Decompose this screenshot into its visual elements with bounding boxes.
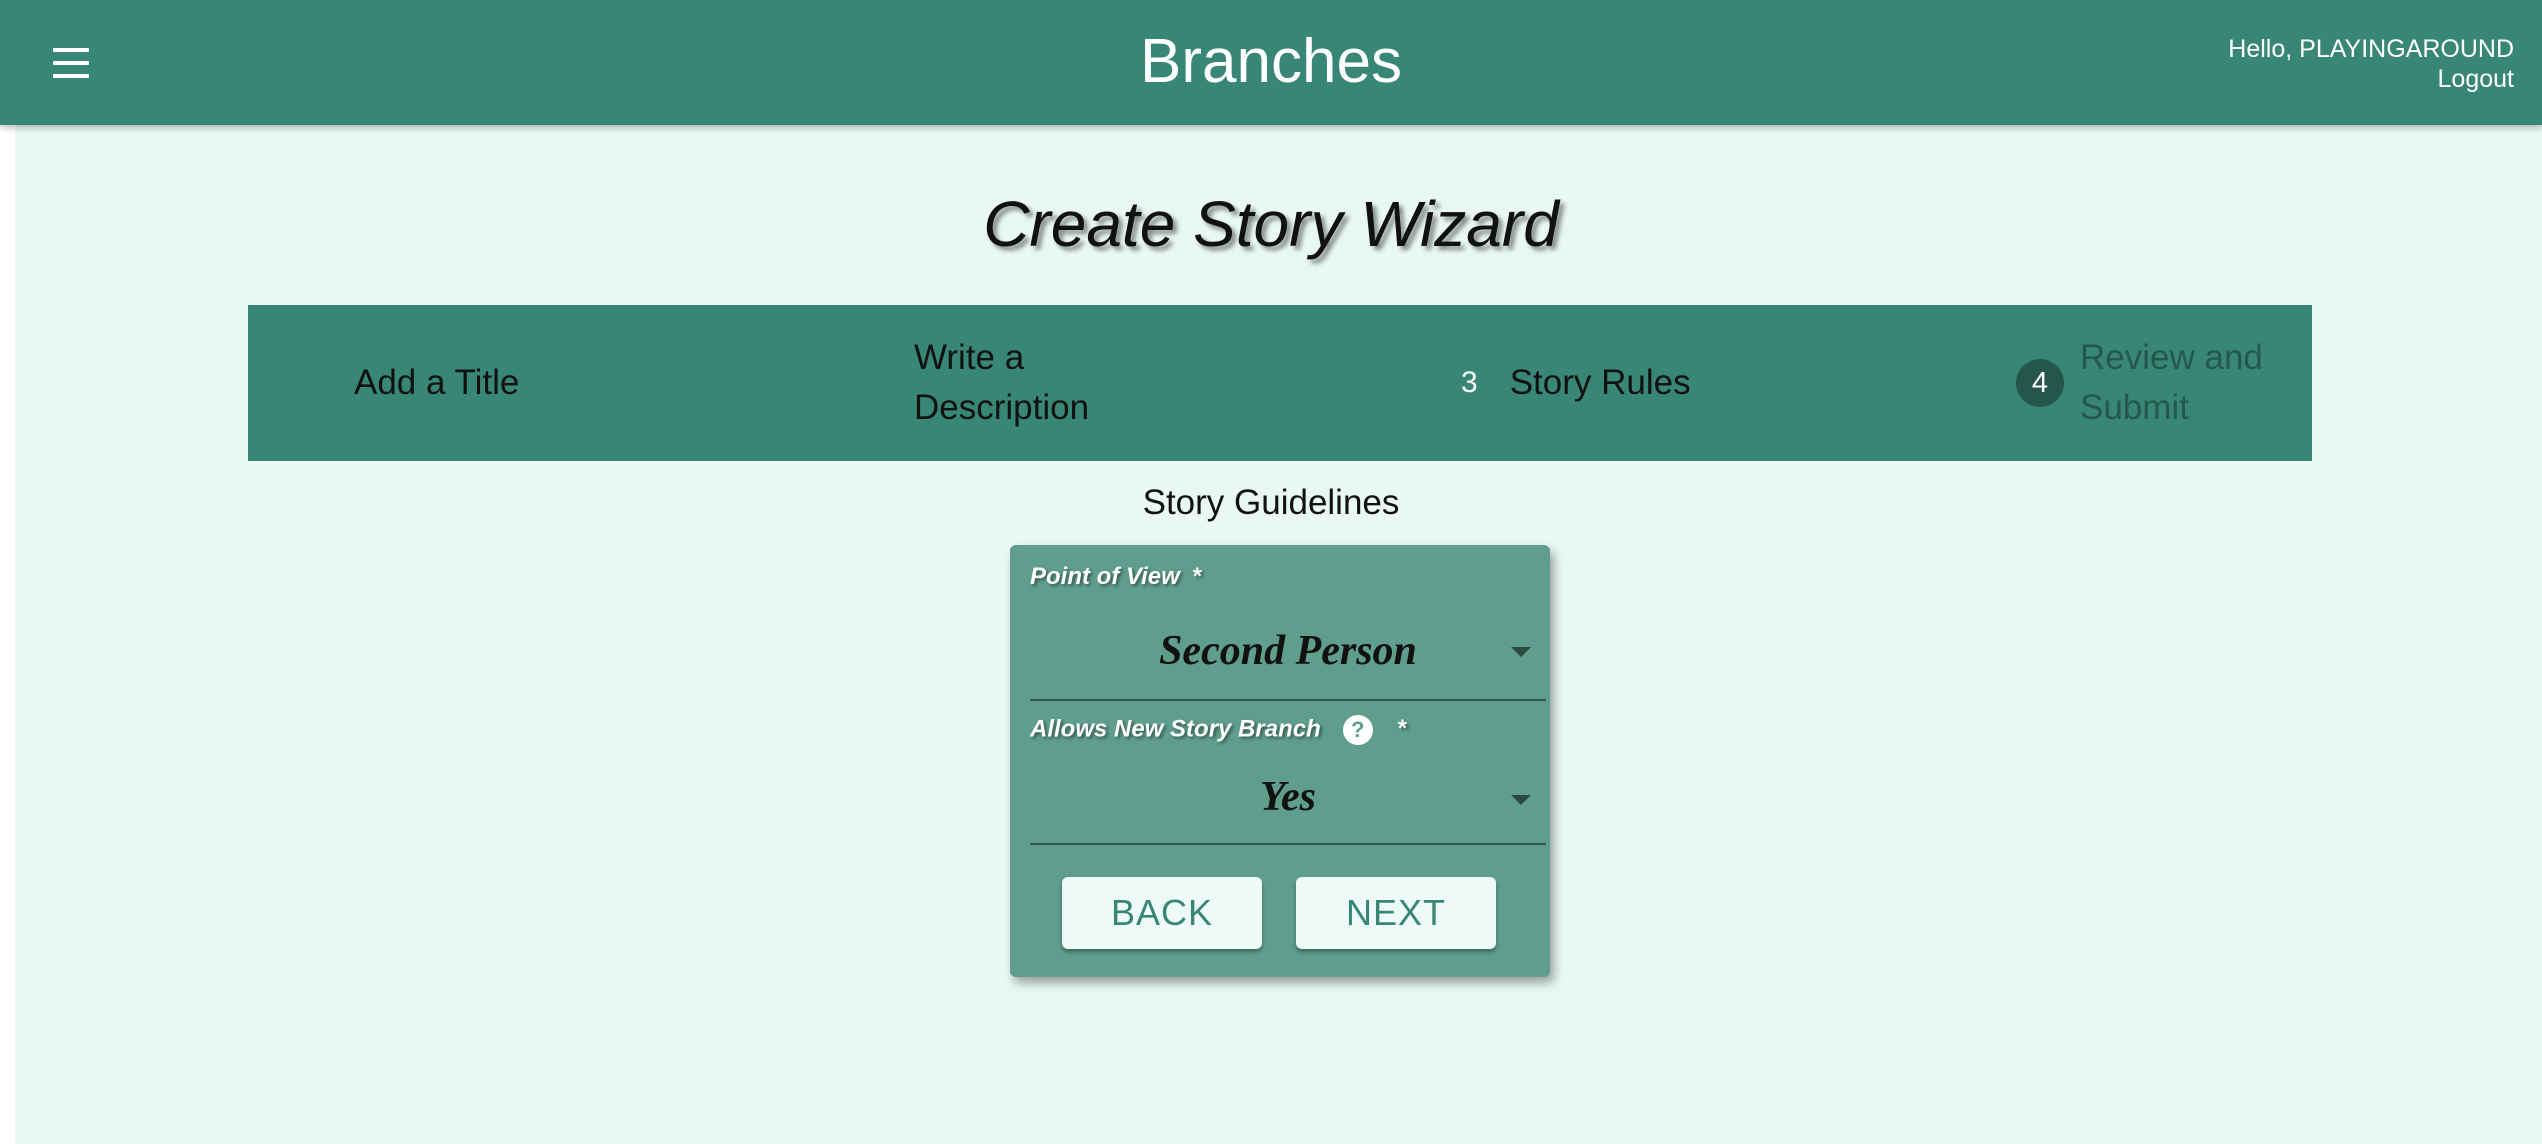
- guidelines-card: Point of View * Second Person Allows New …: [1010, 545, 1550, 977]
- step-label: Review and Submit: [2080, 338, 2263, 427]
- step-label: Write a Description: [914, 338, 1090, 427]
- back-button[interactable]: BACK: [1062, 877, 1262, 949]
- help-circle-icon[interactable]: ?: [1342, 715, 1373, 745]
- logout-link[interactable]: Logout: [2228, 64, 2514, 94]
- app-bar: Branches Hello, PLAYINGAROUND Logout: [0, 0, 2542, 125]
- field-label-text: Allows New Story Branch: [1030, 715, 1321, 743]
- step-number: 3: [1461, 366, 1478, 399]
- wizard-stepper: Add a Title Write a Description 3 Story …: [248, 305, 2312, 461]
- user-area: Hello, PLAYINGAROUND Logout: [2228, 34, 2514, 94]
- point-of-view-select[interactable]: Second Person: [1030, 605, 1546, 701]
- chevron-down-icon: [1511, 795, 1531, 805]
- section-heading: Story Guidelines: [1142, 483, 1400, 522]
- allows-branch-label: Allows New Story Branch? *: [1030, 715, 1406, 745]
- next-button[interactable]: NEXT: [1296, 877, 1496, 949]
- wizard-title: Create Story Wizard: [983, 188, 1559, 260]
- step-add-title[interactable]: Add a Title: [354, 305, 519, 461]
- chevron-down-icon: [1511, 647, 1531, 657]
- user-greeting: Hello, PLAYINGAROUND: [2228, 35, 2514, 63]
- step-label: Add a Title: [354, 363, 520, 402]
- step-number-circle: 4: [2016, 359, 2064, 407]
- select-value: Second Person: [1159, 628, 1417, 674]
- point-of-view-label: Point of View *: [1030, 563, 1201, 591]
- step-review-submit[interactable]: 4 Review and Submit: [2016, 305, 2300, 461]
- hamburger-menu-icon[interactable]: [50, 44, 92, 84]
- required-mark: *: [1191, 563, 1202, 590]
- step-write-description[interactable]: Write a Description: [914, 305, 1144, 461]
- app-title: Branches: [1140, 27, 1402, 96]
- field-label-text: Point of View: [1030, 563, 1180, 590]
- step-label: Story Rules: [1509, 363, 1691, 402]
- step-story-rules[interactable]: 3 Story Rules: [1461, 305, 1691, 461]
- allows-branch-select[interactable]: Yes: [1030, 757, 1546, 845]
- select-value: Yes: [1260, 774, 1316, 820]
- required-mark: *: [1396, 715, 1407, 743]
